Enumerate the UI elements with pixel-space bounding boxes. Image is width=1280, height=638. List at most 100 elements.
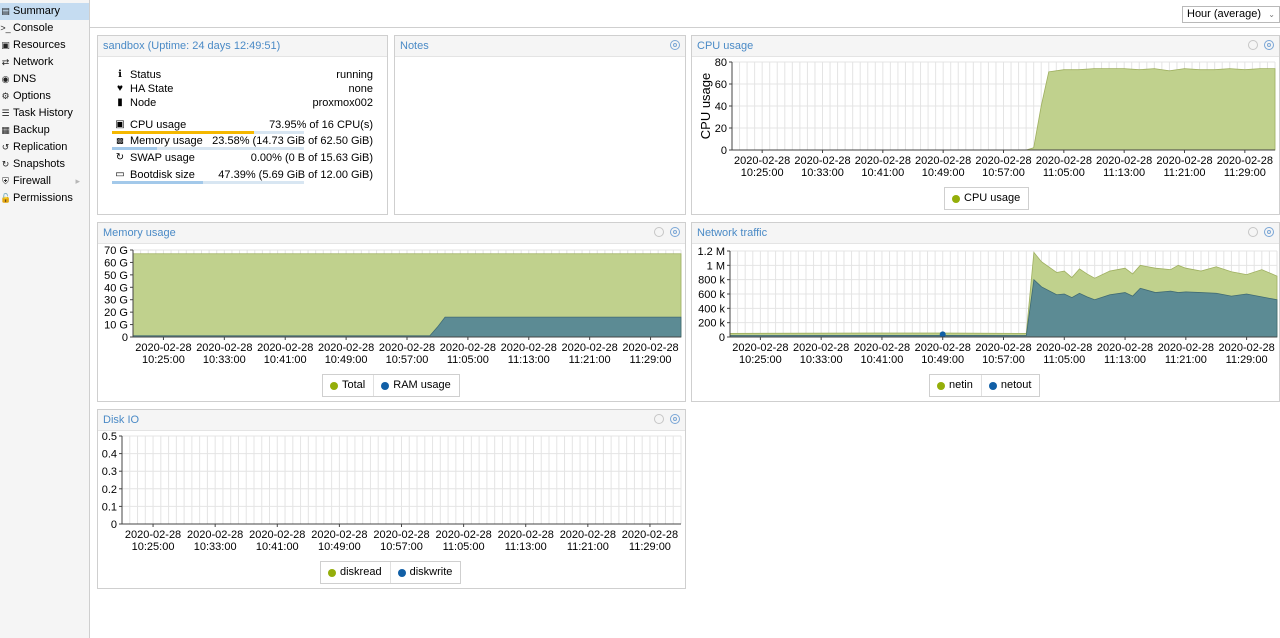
x-tick-label-time: 11:29:00 [630, 354, 672, 366]
x-tick-label-time: 10:25:00 [739, 354, 782, 366]
sidebar-item-permissions[interactable]: 🔓 Permissions [0, 190, 89, 207]
x-tick-label-time: 11:29:00 [1226, 354, 1268, 366]
y-tick-label: 0 [122, 332, 128, 344]
legend-dot [328, 568, 336, 577]
cpu-chart-panel: CPU usage 0 20 40 60 80 2020-02-28 10:25:00 202… [691, 35, 1280, 215]
x-tick-label-time: 11:05:00 [447, 354, 489, 366]
notes-panel-title: Notes [400, 40, 429, 52]
unlock-icon: 🔓 [0, 193, 12, 203]
bootdisk-bar-fill [112, 181, 203, 184]
x-tick-label-date: 2020-02-28 [622, 529, 678, 541]
sidebar-item-task-history[interactable]: ☰ Task History [0, 105, 89, 122]
sidebar-item-firewall[interactable]: ⛨ Firewall ▸ [0, 173, 89, 190]
x-tick-label-date: 2020-02-28 [196, 342, 252, 354]
notes-panel-header: Notes [395, 36, 685, 57]
status-panel-header: sandbox (Uptime: 24 days 12:49:51) [98, 36, 387, 57]
status-value: running [336, 69, 373, 81]
x-tick-label-time: 11:21:00 [1163, 167, 1205, 179]
x-tick-label-time: 10:57:00 [982, 167, 1025, 179]
undo-zoom-icon[interactable] [653, 414, 664, 424]
y-tick-label: 40 [715, 101, 727, 113]
x-tick-label-date: 2020-02-28 [125, 529, 181, 541]
y-tick-label: 0.1 [102, 501, 117, 513]
legend-label: netin [949, 379, 973, 391]
x-tick-label-date: 2020-02-28 [1158, 342, 1214, 354]
x-tick-label-time: 10:41:00 [861, 167, 904, 179]
notes-content[interactable] [395, 56, 685, 214]
swap-usage-label: SWAP usage [130, 152, 195, 164]
ha-state-value: none [348, 83, 373, 95]
x-tick-label-date: 2020-02-28 [311, 529, 367, 541]
sidebar-item-replication[interactable]: ↺ Replication [0, 139, 89, 156]
legend-item-ram-usage[interactable]: RAM usage [373, 375, 458, 396]
swap-usage-row: ↻ SWAP usage 0.00% (0 B of 15.63 GiB) [114, 151, 373, 165]
legend-item-cpu-usage[interactable]: CPU usage [945, 188, 1028, 209]
gear-icon[interactable] [670, 414, 680, 424]
undo-zoom-icon[interactable] [653, 227, 664, 237]
sidebar-item-resources[interactable]: ▣ Resources [0, 37, 89, 54]
legend-item-diskread[interactable]: diskread [321, 562, 390, 583]
x-tick-label-date: 2020-02-28 [435, 529, 491, 541]
timeframe-select[interactable]: Hour (average) ⌄ [1182, 6, 1280, 23]
gear-icon[interactable] [670, 40, 680, 50]
gear-icon[interactable] [1264, 227, 1274, 237]
x-tick-label-date: 2020-02-28 [915, 342, 971, 354]
status-row: ℹ Status running [114, 68, 373, 82]
memory-usage-bar [112, 147, 304, 150]
x-tick-label-date: 2020-02-28 [1036, 342, 1092, 354]
bootdisk-bar [112, 181, 304, 184]
legend-dot [988, 381, 997, 390]
sidebar-item-network[interactable]: ⇄ Network [0, 54, 89, 71]
y-tick-label: 0 [719, 332, 725, 344]
memory-usage-chart: 010 G20 G30 G40 G50 G60 G70 G2020-02-281… [104, 245, 682, 366]
legend-dot [952, 194, 960, 203]
network-chart-panel: Network traffic 0 200 k 400 k 600 k 800 k 1 M… [691, 222, 1280, 402]
x-tick-label-date: 2020-02-28 [975, 342, 1031, 354]
x-tick-label-time: 11:29:00 [1224, 167, 1266, 179]
sidebar-item-backup[interactable]: ▦ Backup [0, 122, 89, 139]
y-tick-label: 60 [715, 79, 727, 91]
sidebar-item-console[interactable]: >_ Console [0, 20, 89, 37]
ha-state-label: HA State [130, 83, 174, 95]
terminal-icon: >_ [0, 23, 11, 33]
sidebar-item-label: Task History [13, 107, 73, 119]
y-tick-label: 800 k [698, 275, 725, 287]
legend-item-total[interactable]: Total [323, 375, 373, 396]
sidebar-item-snapshots[interactable]: ↻ Snapshots [0, 156, 89, 173]
legend-dot [381, 381, 390, 390]
ha-state-row: ♥ HA State none [114, 82, 373, 96]
y-tick-label: 0 [721, 145, 727, 157]
x-tick-label-date: 2020-02-28 [257, 342, 313, 354]
legend-dot [397, 568, 406, 577]
y-tick-label: 200 k [698, 318, 725, 330]
memory-icon: ▩ [116, 136, 124, 145]
sidebar-item-summary[interactable]: ▤ Summary [0, 3, 89, 20]
x-tick-label-date: 2020-02-28 [1218, 342, 1274, 354]
legend-item-netout[interactable]: netout [980, 375, 1040, 396]
x-tick-label-time: 10:49:00 [325, 354, 368, 366]
sidebar-item-dns[interactable]: ◉ DNS [0, 71, 89, 88]
undo-zoom-icon[interactable] [1247, 227, 1258, 237]
undo-zoom-icon[interactable] [1247, 40, 1258, 50]
status-panel: sandbox (Uptime: 24 days 12:49:51) ℹ Sta… [97, 35, 388, 215]
legend-item-diskwrite[interactable]: diskwrite [389, 562, 461, 583]
gear-icon[interactable] [670, 227, 680, 237]
x-tick-label-time: 10:49:00 [922, 167, 965, 179]
node-value: proxmox002 [312, 97, 373, 109]
sidebar-item-label: Summary [13, 5, 61, 17]
x-tick-label-date: 2020-02-28 [793, 342, 849, 354]
gear-icon[interactable] [1264, 40, 1274, 50]
swap-usage-value: 0.00% (0 B of 15.63 GiB) [250, 152, 373, 164]
cpu-chart-title: CPU usage [697, 40, 754, 52]
network-icon: ⇄ [1, 57, 10, 67]
y-tick-label: 0.4 [102, 449, 117, 461]
x-tick-label-date: 2020-02-28 [373, 529, 429, 541]
legend-item-netin[interactable]: netin [930, 375, 981, 396]
x-tick-label-time: 11:13:00 [1103, 167, 1145, 179]
chevron-right-icon: ▸ [75, 176, 80, 186]
gear-icon: ⚙ [1, 91, 10, 101]
x-tick-label-time: 11:05:00 [1043, 167, 1085, 179]
x-tick-label-date: 2020-02-28 [498, 529, 554, 541]
memory-usage-row: ▩ Memory usage 23.58% (14.73 GiB of 62.5… [114, 134, 373, 148]
sidebar-item-options[interactable]: ⚙ Options [0, 88, 89, 105]
